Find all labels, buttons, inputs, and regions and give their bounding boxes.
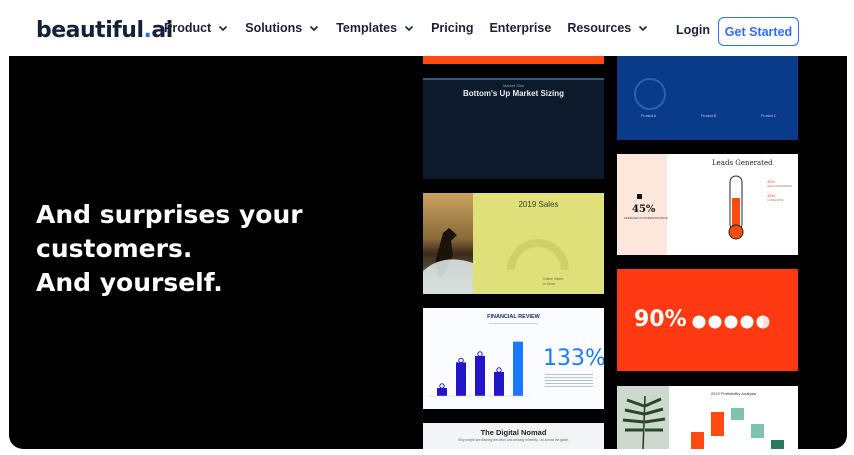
product-donut bbox=[634, 78, 666, 110]
slide-title: 2019 Sales bbox=[518, 200, 559, 209]
product-label: Product C bbox=[761, 114, 777, 118]
chevron-down-icon bbox=[219, 25, 228, 32]
slide-digital-nomad: The Digital Nomad Why people are ditchin… bbox=[423, 423, 604, 449]
main-menu: Product Solutions Templates Pricing Ente… bbox=[164, 0, 649, 56]
financial-bar bbox=[456, 362, 466, 396]
headline-line: customers. bbox=[36, 234, 193, 263]
surfer-silhouette bbox=[423, 228, 473, 294]
annotation-caption: CLOSE RATE bbox=[767, 199, 784, 202]
bar-marker bbox=[458, 357, 464, 364]
headline-line: And yourself. bbox=[36, 268, 223, 297]
logo[interactable]: beautiful.ai bbox=[36, 18, 173, 43]
slide-title: Bottom's Up Market Sizing bbox=[462, 89, 565, 98]
product-label: Product A bbox=[641, 114, 657, 118]
slide-divider bbox=[423, 78, 604, 80]
annotation-caption: LEAD CONVERSION bbox=[767, 185, 792, 188]
nav-item-pricing[interactable]: Pricing bbox=[431, 21, 473, 35]
fern-photo bbox=[617, 386, 669, 449]
percent-dots bbox=[692, 314, 772, 330]
slide-title: FINANCIAL REVIEW bbox=[487, 314, 540, 320]
nav-label: Enterprise bbox=[489, 21, 552, 35]
legend-item: In Store bbox=[543, 282, 556, 286]
financial-bar bbox=[513, 341, 523, 396]
financial-bar bbox=[494, 372, 504, 396]
fern-leaf bbox=[622, 395, 666, 449]
chevron-down-icon bbox=[310, 25, 319, 32]
nav-label: Solutions bbox=[245, 21, 303, 35]
slide-90-percent: 90% bbox=[617, 269, 798, 371]
chevron-down-icon bbox=[405, 25, 414, 32]
slide-subtitle: Why people are ditching the office and w… bbox=[458, 438, 569, 442]
legend-item: Online Sales bbox=[543, 277, 563, 281]
chevron-down-icon bbox=[639, 25, 648, 32]
slide-financial-review: FINANCIAL REVIEW 133% bbox=[423, 308, 604, 409]
slide-leads-generated: 45% AVERAGE CONVERSION RATE Leads Genera… bbox=[617, 154, 798, 255]
hero-headline: And surprises your customers. And yourse… bbox=[36, 198, 303, 300]
slide-stat: 45% bbox=[632, 204, 656, 215]
slide-2019-sales: 2019 Sales Online Sales In Store bbox=[423, 193, 604, 294]
bar-marker bbox=[477, 351, 483, 357]
sales-gauge bbox=[507, 239, 569, 271]
slide-kicker: Market Size bbox=[502, 83, 525, 88]
nav-label: Pricing bbox=[431, 21, 474, 35]
nav-item-enterprise[interactable]: Enterprise bbox=[489, 21, 551, 35]
slide-profitability: 2019 Profitability Analysis bbox=[617, 386, 798, 449]
nav-label: Templates bbox=[336, 21, 398, 35]
financial-bar-chart bbox=[429, 341, 529, 397]
product-label: Product B bbox=[701, 114, 717, 118]
slide-title: The Digital Nomad bbox=[480, 428, 547, 437]
nav-item-solutions[interactable]: Solutions bbox=[245, 21, 320, 35]
thermometer-graphic bbox=[728, 175, 744, 240]
headline-line: And surprises your bbox=[36, 200, 303, 229]
surfer-photo bbox=[423, 193, 473, 294]
stat-caption: AVERAGE CONVERSION RATE bbox=[624, 216, 668, 220]
nav-item-templates[interactable]: Templates bbox=[336, 21, 415, 35]
slide-title: 2019 Profitability Analysis bbox=[710, 391, 757, 396]
nav-item-product[interactable]: Product bbox=[164, 21, 229, 35]
financial-bar bbox=[437, 388, 447, 396]
annotation-value: 45% bbox=[767, 179, 776, 184]
annotation-value: 33% bbox=[767, 193, 776, 198]
slide-stat: 90% bbox=[634, 307, 687, 332]
bar-marker bbox=[496, 367, 502, 373]
nav-label: Resources bbox=[567, 21, 632, 35]
login-link[interactable]: Login bbox=[676, 23, 710, 37]
get-started-button[interactable]: Get Started bbox=[718, 17, 799, 46]
square-icon bbox=[637, 194, 642, 199]
slide-subtitle bbox=[489, 323, 538, 324]
slide-product-chart: Product A Product B Product C bbox=[617, 56, 798, 140]
slide-market-sizing: Market Size Bottom's Up Market Sizing bbox=[423, 78, 604, 179]
slide-stat: 133% bbox=[543, 346, 604, 371]
slide-orange-top bbox=[423, 56, 604, 64]
waterfall-chart bbox=[691, 408, 784, 449]
top-nav: beautiful.ai Product Solutions Templates… bbox=[0, 0, 854, 56]
stat-caption bbox=[545, 374, 593, 388]
financial-bar bbox=[475, 356, 485, 396]
bar-marker bbox=[439, 383, 445, 389]
nav-item-resources[interactable]: Resources bbox=[567, 21, 649, 35]
nav-label: Product bbox=[164, 21, 212, 35]
logo-text: beautiful bbox=[36, 18, 144, 43]
leads-axis bbox=[729, 182, 731, 222]
slide-title: Leads Generated bbox=[712, 159, 773, 167]
hero-section: And surprises your customers. And yourse… bbox=[9, 56, 847, 449]
